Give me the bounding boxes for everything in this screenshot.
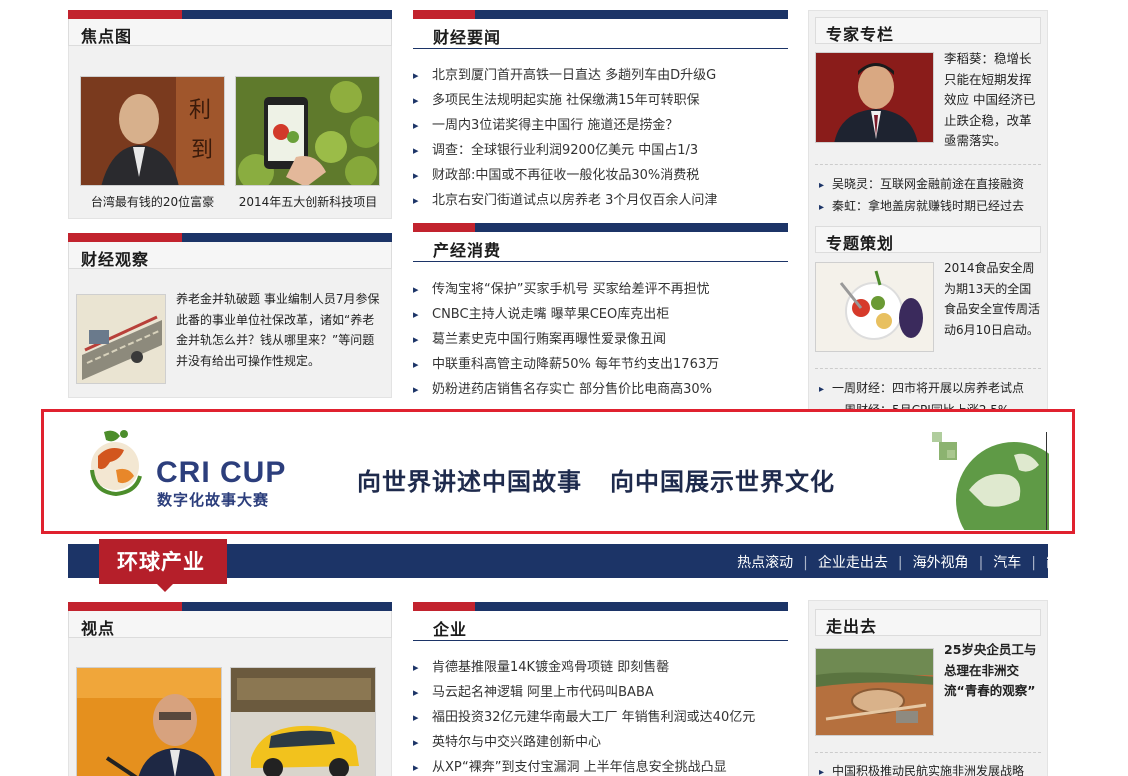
divider <box>815 368 1041 369</box>
special-header: 专题策划 <box>815 226 1041 253</box>
section-title-tab[interactable]: 环球产业 <box>99 539 227 592</box>
finance-title: 财经要闻 <box>433 28 502 47</box>
focus-image-2[interactable] <box>235 76 380 186</box>
divider <box>815 164 1041 165</box>
cri-cup-logo-subtitle: 数字化故事大赛 <box>157 491 270 509</box>
list-item[interactable]: ▸ 中联重科高管主动降薪50% 每年节约支出1763万 <box>413 352 788 377</box>
cri-cup-banner[interactable]: CRI CUP 数字化故事大赛 向世界讲述中国故事 向中国展示世界文化 <box>41 409 1075 534</box>
list-item[interactable]: ▸ 调查：全球银行业利润9200亿美元 中国占1/3 <box>413 138 788 163</box>
tab-pointer-icon <box>157 584 173 592</box>
list-item[interactable]: ▸ 福田投资32亿元建华南最大工厂 年销售利润或达40亿元 <box>413 705 788 730</box>
list-item[interactable]: ▸ 肯德基推限量14K镀金鸡骨项链 即刻售罄 <box>413 655 788 680</box>
special-title: 专题策划 <box>826 234 895 253</box>
cri-cup-logo-text: CRI CUP <box>156 456 287 489</box>
observe-title: 财经观察 <box>81 250 150 269</box>
observe-text[interactable]: 养老金并轨破题 事业编制人员7月参保 此番的事业单位社保改革，诸如“养老金并轨怎… <box>176 289 384 371</box>
goout-image[interactable] <box>815 648 934 736</box>
banner-edge-line <box>1046 432 1047 530</box>
list-item[interactable]: ▸ 一周内3位诺奖得主中国行 施道还是捞金？ <box>413 113 788 138</box>
special-feature[interactable]: 2014食品安全周 为期13天的全国食品安全宣传周活动6月10日启动。 <box>944 258 1042 340</box>
list-item[interactable]: ▸ 葛兰素史克中国行贿案再曝性爱录像丑闻 <box>413 327 788 352</box>
nav-link-hot[interactable]: 热点滚动 <box>737 552 793 572</box>
list-item[interactable]: ▸ 秦虹：拿地盖房就赚钱时期已经过去 <box>819 195 1041 217</box>
list-item[interactable]: ▸ 从XP“裸奔”到支付宝漏洞 上半年信息安全挑战凸显 <box>413 755 788 776</box>
section-nav-links: 热点滚动 | 企业走出去 | 海外视角 | 汽车 | 能源 <box>737 552 1074 572</box>
observe-image[interactable] <box>76 294 166 384</box>
consume-list: ▸ 传淘宝将“保护”买家手机号 买家给差评不再担忧 ▸ CNBC主持人说走嘴 曝苹果… <box>413 277 788 402</box>
expert-feature[interactable]: 李稻葵：稳增长只能在短期发挥效应 中国经济已止跌企稳，改革亟需落实。 <box>944 49 1042 152</box>
list-item[interactable]: ▸ 一周财经：四市将开展以房养老试点 <box>819 377 1041 399</box>
consume-header: 产经消费 <box>413 223 788 262</box>
special-image[interactable] <box>815 262 934 352</box>
expert-title: 专家专栏 <box>826 25 895 44</box>
banner-slogan-1: 向世界讲述中国故事 <box>357 468 582 496</box>
viewpoint-topbar <box>68 602 392 611</box>
focus-title: 焦点图 <box>81 27 133 46</box>
nav-link-auto[interactable]: 汽车 <box>993 552 1021 572</box>
list-item[interactable]: ▸ 中国积极推动民航实施非洲发展战略 <box>819 760 1041 776</box>
finance-header: 财经要闻 <box>413 10 788 49</box>
viewpoint-header: 视点 <box>68 611 392 638</box>
nav-link-enterprise-out[interactable]: 企业走出去 <box>818 552 888 572</box>
list-item[interactable]: ▸ 马云起名神逻辑 阿里上市代码叫BABA <box>413 680 788 705</box>
viewpoint-image-1[interactable] <box>76 667 222 776</box>
enterprise-list: ▸ 肯德基推限量14K镀金鸡骨项链 即刻售罄 ▸ 马云起名神逻辑 阿里上市代码叫BA… <box>413 655 788 776</box>
expert-header: 专家专栏 <box>815 17 1041 44</box>
goout-title: 走出去 <box>826 617 878 636</box>
enterprise-title: 企业 <box>433 620 468 639</box>
list-item[interactable]: ▸ 北京到厦门首开高铁一日直达 多趟列车由D升级G <box>413 63 788 88</box>
viewpoint-title: 视点 <box>81 619 116 638</box>
banner-slogan-2: 向中国展示世界文化 <box>610 468 835 496</box>
nav-link-overseas[interactable]: 海外视角 <box>913 552 969 572</box>
goout-feature[interactable]: 25岁央企员工与总理在非洲交流“青春的观察” <box>944 640 1042 702</box>
list-item[interactable]: ▸ 多项民生法规明起实施 社保缴满15年可转职保 <box>413 88 788 113</box>
consume-title: 产经消费 <box>433 241 502 260</box>
svg-text:利: 利 <box>189 98 211 123</box>
enterprise-header: 企业 <box>413 602 788 641</box>
earth-graphic-icon <box>932 432 1049 530</box>
list-item[interactable]: ▸ CNBC主持人说走嘴 曝苹果CEO库克出柜 <box>413 302 788 327</box>
focus-topbar <box>68 10 392 19</box>
list-item[interactable]: ▸ 吴晓灵：互联网金融前途在直接融资 <box>819 173 1041 195</box>
goout-header: 走出去 <box>815 609 1041 636</box>
list-item[interactable]: ▸ 奶粉进药店销售名存实亡 部分售价比电商高30% <box>413 377 788 402</box>
section-title: 环球产业 <box>117 549 205 574</box>
goout-links: ▸ 中国积极推动民航实施非洲发展战略 <box>819 760 1041 776</box>
finance-list: ▸ 北京到厦门首开高铁一日直达 多趟列车由D升级G ▸ 多项民生法规明起实施 社保缴… <box>413 63 788 213</box>
focus-header: 焦点图 <box>68 19 392 46</box>
list-item[interactable]: ▸ 北京右安门街道试点以房养老 3个月仅百余人问津 <box>413 188 788 213</box>
expert-links: ▸ 吴晓灵：互联网金融前途在直接融资 ▸ 秦虹：拿地盖房就赚钱时期已经过去 <box>819 173 1041 217</box>
list-item[interactable]: ▸ 传淘宝将“保护”买家手机号 买家给差评不再担忧 <box>413 277 788 302</box>
observe-topbar <box>68 233 392 242</box>
divider <box>815 752 1041 753</box>
viewpoint-image-2[interactable] <box>230 667 376 776</box>
svg-text:到: 到 <box>191 138 213 163</box>
focus-caption-1[interactable]: 台湾最有钱的20位富豪 <box>80 193 225 210</box>
nav-link-energy[interactable]: 能源 <box>1046 552 1074 572</box>
list-item[interactable]: ▸ 英特尔与中交兴路建创新中心 <box>413 730 788 755</box>
focus-caption-2[interactable]: 2014年五大创新科技项目 <box>233 193 383 210</box>
globe-logo-icon <box>90 430 142 497</box>
expert-image[interactable] <box>815 52 934 143</box>
focus-image-1[interactable]: 利 到 <box>80 76 225 186</box>
observe-header: 财经观察 <box>68 242 392 269</box>
list-item[interactable]: ▸ 财政部:中国或不再征收一般化妆品30%消费税 <box>413 163 788 188</box>
